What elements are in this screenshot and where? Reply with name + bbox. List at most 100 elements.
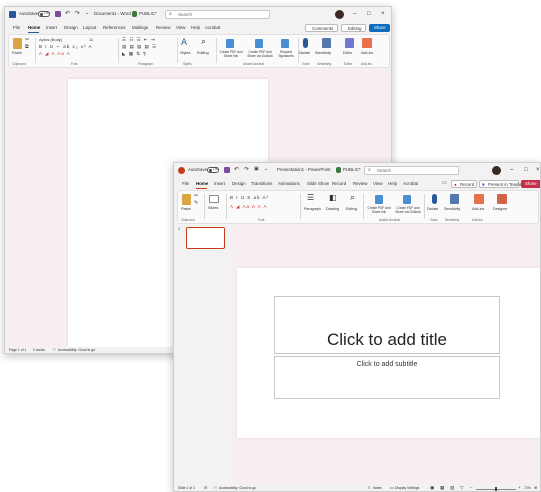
- maximize-icon[interactable]: □: [367, 11, 371, 17]
- ppt-close-icon[interactable]: ×: [536, 167, 540, 173]
- ppt-sensitivity-icon[interactable]: [450, 194, 459, 204]
- word-addins-label[interactable]: Add-ins: [361, 51, 373, 56]
- ppt-paste-icon[interactable]: [182, 194, 191, 205]
- addins-icon[interactable]: [362, 38, 372, 48]
- ppt-autosave-toggle[interactable]: Off: [207, 167, 219, 173]
- ppt-slides-label[interactable]: Slides: [208, 206, 218, 211]
- ppt-drawing-label[interactable]: Drawing: [326, 207, 339, 212]
- word-tab-acrobat[interactable]: Acrobat: [205, 25, 220, 30]
- word-tab-layout[interactable]: Layout: [83, 25, 96, 30]
- ppt-tab-record[interactable]: Record: [332, 181, 346, 186]
- word-editing-button[interactable]: Editing: [341, 24, 366, 32]
- ppt-create-pdf-outlook-label[interactable]: Create PDF and Share via Outlook: [393, 206, 423, 215]
- editor-icon[interactable]: [345, 38, 354, 48]
- ppt-sensitivity-ribbon-label[interactable]: Sensitivity: [444, 207, 460, 212]
- ppt-save-icon[interactable]: [224, 167, 230, 173]
- copy-icon[interactable]: ⧉: [25, 45, 29, 50]
- undo-icon[interactable]: ↶: [65, 11, 70, 17]
- create-pdf-outlook-icon[interactable]: [255, 39, 263, 48]
- ppt-format-painter-icon[interactable]: ✎: [194, 201, 198, 206]
- view-sorter-icon[interactable]: ▦: [440, 485, 444, 491]
- ppt-tab-insert[interactable]: Insert: [214, 181, 225, 186]
- ppt-paragraph-label[interactable]: Paragraph: [304, 207, 321, 212]
- ppt-search-box[interactable]: ⌕ Search: [364, 166, 459, 175]
- ppt-tab-view[interactable]: View: [373, 181, 382, 186]
- view-reading-icon[interactable]: ▥: [450, 485, 454, 491]
- subtitle-placeholder[interactable]: Click to add subtitle: [274, 356, 500, 399]
- ppt-tab-design[interactable]: Design: [232, 181, 246, 186]
- ppt-status-display[interactable]: Display Settings: [395, 486, 419, 490]
- word-tab-view[interactable]: View: [176, 25, 185, 30]
- word-tab-review[interactable]: Review: [156, 25, 170, 30]
- drawing-shapes-icon[interactable]: ◧: [329, 194, 337, 202]
- ppt-font-format-icons[interactable]: B I U S ab A²: [230, 195, 269, 201]
- word-search-box[interactable]: ⌕ Search: [165, 10, 270, 19]
- font-size-box[interactable]: 11: [89, 38, 93, 42]
- ppt-tab-home[interactable]: Home: [196, 181, 208, 186]
- ppt-cut-icon[interactable]: ✂: [194, 194, 198, 199]
- ppt-create-pdf-icon[interactable]: [375, 195, 383, 204]
- zoom-out-icon[interactable]: –: [470, 485, 473, 491]
- cut-icon[interactable]: ✂: [25, 38, 29, 43]
- ppt-slideshow-icon[interactable]: ▣: [254, 167, 259, 172]
- view-normal-icon[interactable]: ▣: [430, 485, 434, 491]
- ppt-comments-icon[interactable]: ▭: [442, 181, 447, 186]
- ppt-redo-icon[interactable]: ↷: [244, 167, 249, 173]
- zoom-slider[interactable]: [476, 487, 516, 491]
- minimize-icon[interactable]: –: [353, 11, 356, 17]
- view-slideshow-icon[interactable]: ▽: [460, 485, 463, 491]
- word-tab-help[interactable]: Help: [191, 25, 200, 30]
- redo-icon[interactable]: ↷: [75, 11, 80, 17]
- word-comments-button[interactable]: Comments: [305, 24, 338, 32]
- word-create-pdf-outlook-label[interactable]: Create PDF and Share via Outlook: [245, 50, 275, 59]
- word-share-button[interactable]: Share: [369, 24, 390, 32]
- ppt-minimize-icon[interactable]: –: [510, 167, 513, 173]
- word-sensitivity-ribbon-label[interactable]: Sensitivity: [315, 51, 331, 56]
- create-pdf-icon[interactable]: [226, 39, 234, 48]
- ppt-create-pdf-label[interactable]: Create PDF and Share link: [365, 206, 393, 215]
- word-tab-mailings[interactable]: Mailings: [132, 25, 148, 30]
- sensitivity-icon[interactable]: [322, 38, 331, 48]
- ppt-share-button[interactable]: Share: [521, 180, 540, 188]
- font-name-box[interactable]: Aptos (Body): [39, 38, 62, 42]
- ppt-maximize-icon[interactable]: □: [524, 167, 528, 173]
- customize-icon[interactable]: ⌄: [85, 11, 89, 16]
- ppt-tab-animations[interactable]: Animations: [278, 181, 300, 186]
- font-color-icons[interactable]: A ◢ A Aa A: [39, 51, 71, 57]
- word-tab-references[interactable]: References: [103, 25, 125, 30]
- ppt-addins-icon[interactable]: [474, 194, 484, 204]
- ppt-tab-help[interactable]: Help: [388, 181, 397, 186]
- save-icon[interactable]: [55, 11, 61, 17]
- ppt-tab-transitions[interactable]: Transitions: [251, 181, 272, 186]
- paragraph-shading-icons[interactable]: ◣ ▦ ⇅ ¶: [122, 51, 147, 57]
- zoom-in-icon[interactable]: +: [518, 485, 521, 491]
- close-icon[interactable]: ×: [381, 11, 385, 17]
- ppt-status-lang-icon[interactable]: ⊟: [204, 486, 207, 490]
- ppt-slide-thumbnail[interactable]: [186, 227, 225, 249]
- paste-icon[interactable]: [13, 38, 22, 49]
- ppt-editing-icon[interactable]: ⌕: [350, 193, 355, 202]
- word-status-page[interactable]: Page 1 of 1: [9, 348, 26, 352]
- ppt-dictate-label[interactable]: Dictate: [427, 207, 438, 212]
- ppt-undo-icon[interactable]: ↶: [234, 167, 239, 173]
- ppt-microphone-icon[interactable]: [432, 194, 437, 204]
- ppt-tab-slideshow[interactable]: Slide Show: [307, 181, 329, 186]
- word-status-accessibility[interactable]: Accessibility: Good to go: [58, 348, 95, 352]
- word-dictate-label[interactable]: Dictate: [299, 51, 310, 56]
- avatar[interactable]: [335, 10, 344, 19]
- ppt-designer-label[interactable]: Designer: [493, 207, 507, 212]
- request-signatures-icon[interactable]: [281, 39, 289, 48]
- new-slide-icon[interactable]: [209, 195, 219, 203]
- word-editing-ribbon-label[interactable]: Editing: [197, 51, 209, 56]
- title-placeholder[interactable]: Click to add title: [274, 296, 500, 354]
- fit-slide-icon[interactable]: ⊕: [534, 486, 537, 490]
- ppt-avatar[interactable]: [492, 166, 501, 175]
- ppt-status-notes[interactable]: Notes: [373, 486, 382, 490]
- word-editor-label[interactable]: Editor: [343, 51, 352, 56]
- ppt-tab-file[interactable]: File: [182, 181, 189, 186]
- ppt-editing-label[interactable]: Editing: [346, 207, 357, 212]
- ppt-customize-icon[interactable]: ⌄: [264, 167, 268, 172]
- word-status-words[interactable]: 0 words: [33, 348, 45, 352]
- paragraph-icons[interactable]: ☰ ☷ ☰ ⇤ ⇥: [122, 37, 156, 43]
- paragraph-align-icons[interactable]: ▤ ▤ ▤ ▤ ☰: [122, 44, 157, 50]
